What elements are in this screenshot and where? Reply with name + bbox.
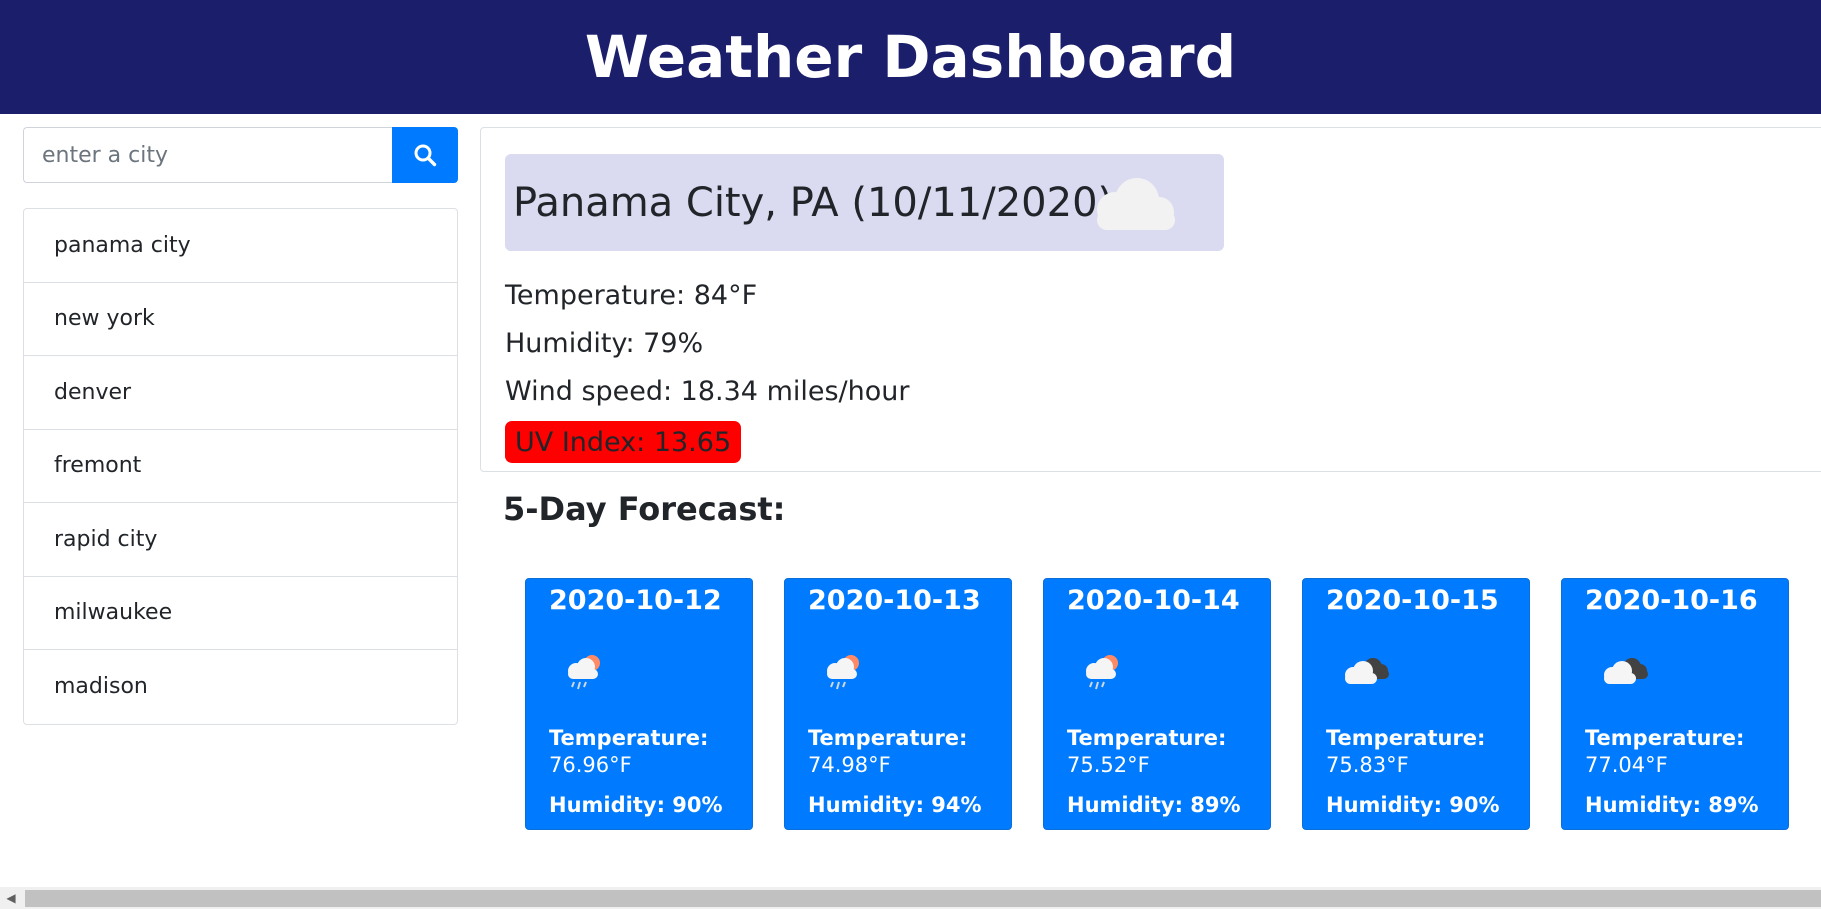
list-item[interactable]: panama city — [24, 209, 457, 283]
scroll-left-arrow-icon[interactable]: ◀ — [0, 887, 22, 909]
list-item[interactable]: denver — [24, 356, 457, 430]
forecast-card: 2020-10-12 Temperature: 76.96°F Humidity… — [525, 578, 753, 830]
search-bar — [23, 127, 458, 183]
forecast-temperature: 74.98°F — [808, 753, 891, 777]
forecast-temperature-label: Temperature: — [1326, 726, 1486, 750]
search-icon — [414, 144, 437, 167]
broken-clouds-icon — [1345, 658, 1389, 684]
forecast-card: 2020-10-13 Temperature: 74.98°F Humidity… — [784, 578, 1012, 830]
forecast-title: 5-Day Forecast: — [503, 490, 786, 528]
forecast-humidity: Humidity: 90% — [1326, 793, 1500, 817]
forecast-humidity: Humidity: 94% — [808, 793, 982, 817]
current-temperature: Temperature: 84°F — [505, 280, 758, 311]
forecast-date: 2020-10-13 — [808, 585, 981, 616]
search-history-list: panama city new york denver fremont rapi… — [23, 208, 458, 725]
current-wind-speed: Wind speed: 18.34 miles/hour — [505, 376, 910, 407]
list-item[interactable]: rapid city — [24, 503, 457, 577]
forecast-humidity: Humidity: 89% — [1585, 793, 1759, 817]
list-item[interactable]: milwaukee — [24, 577, 457, 650]
city-title: Panama City, PA (10/11/2020) — [513, 179, 1114, 226]
search-button[interactable] — [392, 127, 458, 183]
city-banner: Panama City, PA (10/11/2020) — [505, 154, 1224, 251]
cloud-icon — [1097, 178, 1175, 230]
forecast-card: 2020-10-15 Temperature: 75.83°F Humidity… — [1302, 578, 1530, 830]
current-weather-panel: Panama City, PA (10/11/2020) Temperature… — [480, 127, 1821, 472]
forecast-humidity: Humidity: 89% — [1067, 793, 1241, 817]
rain-sun-icon — [1086, 655, 1118, 690]
forecast-date: 2020-10-16 — [1585, 585, 1758, 616]
forecast-temperature: 76.96°F — [549, 753, 632, 777]
forecast-temperature-label: Temperature: — [808, 726, 968, 750]
forecast-temperature: 75.83°F — [1326, 753, 1409, 777]
page-title: Weather Dashboard — [584, 23, 1237, 91]
forecast-card: 2020-10-16 Temperature: 77.04°F Humidity… — [1561, 578, 1789, 830]
uv-index-badge: UV Index: 13.65 — [505, 421, 742, 463]
forecast-row: 2020-10-12 Temperature: 76.96°F Humidity… — [525, 578, 1789, 830]
forecast-date: 2020-10-15 — [1326, 585, 1499, 616]
list-item[interactable]: madison — [24, 650, 457, 724]
forecast-temperature-label: Temperature: — [1585, 726, 1745, 750]
forecast-temperature-label: Temperature: — [1067, 726, 1227, 750]
current-humidity: Humidity: 79% — [505, 328, 704, 359]
forecast-humidity: Humidity: 90% — [549, 793, 723, 817]
forecast-temperature-label: Temperature: — [549, 726, 709, 750]
forecast-temperature: 77.04°F — [1585, 753, 1668, 777]
forecast-date: 2020-10-12 — [549, 585, 722, 616]
app-header: Weather Dashboard — [0, 0, 1821, 114]
forecast-temperature: 75.52°F — [1067, 753, 1150, 777]
list-item[interactable]: fremont — [24, 430, 457, 503]
forecast-card: 2020-10-14 Temperature: 75.52°F Humidity… — [1043, 578, 1271, 830]
list-item[interactable]: new york — [24, 283, 457, 356]
search-input[interactable] — [23, 127, 393, 183]
rain-sun-icon — [827, 655, 859, 690]
rain-sun-icon — [568, 655, 600, 690]
horizontal-scrollbar[interactable]: ◀ — [0, 887, 1821, 909]
broken-clouds-icon — [1604, 658, 1648, 684]
scrollbar-thumb[interactable] — [25, 890, 1821, 907]
forecast-date: 2020-10-14 — [1067, 585, 1240, 616]
